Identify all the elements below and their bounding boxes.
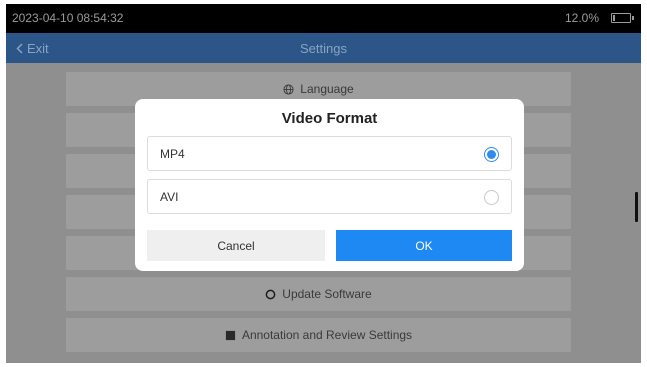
settings-item-label: Update Software: [282, 287, 372, 301]
status-time: 2023-04-10 08:54:32: [12, 11, 124, 25]
settings-item-label: Annotation and Review Settings: [241, 328, 413, 342]
settings-item-annotation-review[interactable]: Annotation and Review Settings: [66, 318, 571, 352]
status-bar: 2023-04-10 08:54:32 12.0%: [6, 4, 641, 33]
settings-item-update-software[interactable]: Update Software: [66, 277, 571, 311]
option-label: AVI: [160, 189, 179, 204]
page-title: Settings: [300, 41, 347, 56]
video-format-dialog: Video Format MP4 AVI Cancel OK: [135, 99, 524, 271]
scrollbar-thumb[interactable]: [635, 192, 638, 222]
refresh-icon: [265, 289, 276, 299]
radio-selected-icon[interactable]: [484, 147, 499, 162]
ok-button[interactable]: OK: [336, 230, 512, 261]
dialog-title: Video Format: [281, 110, 378, 127]
option-avi[interactable]: AVI: [147, 179, 512, 214]
cancel-button[interactable]: Cancel: [147, 230, 325, 261]
radio-unselected-icon[interactable]: [484, 190, 499, 205]
option-label: MP4: [160, 146, 185, 161]
option-mp4[interactable]: MP4: [147, 136, 512, 171]
settings-item-label: Language: [300, 82, 354, 96]
note-icon: [225, 330, 236, 340]
battery-percent: 12.0%: [564, 11, 599, 25]
battery-icon: [611, 13, 634, 23]
title-bar: Exit Settings: [6, 33, 641, 63]
globe-icon: [283, 83, 294, 95]
